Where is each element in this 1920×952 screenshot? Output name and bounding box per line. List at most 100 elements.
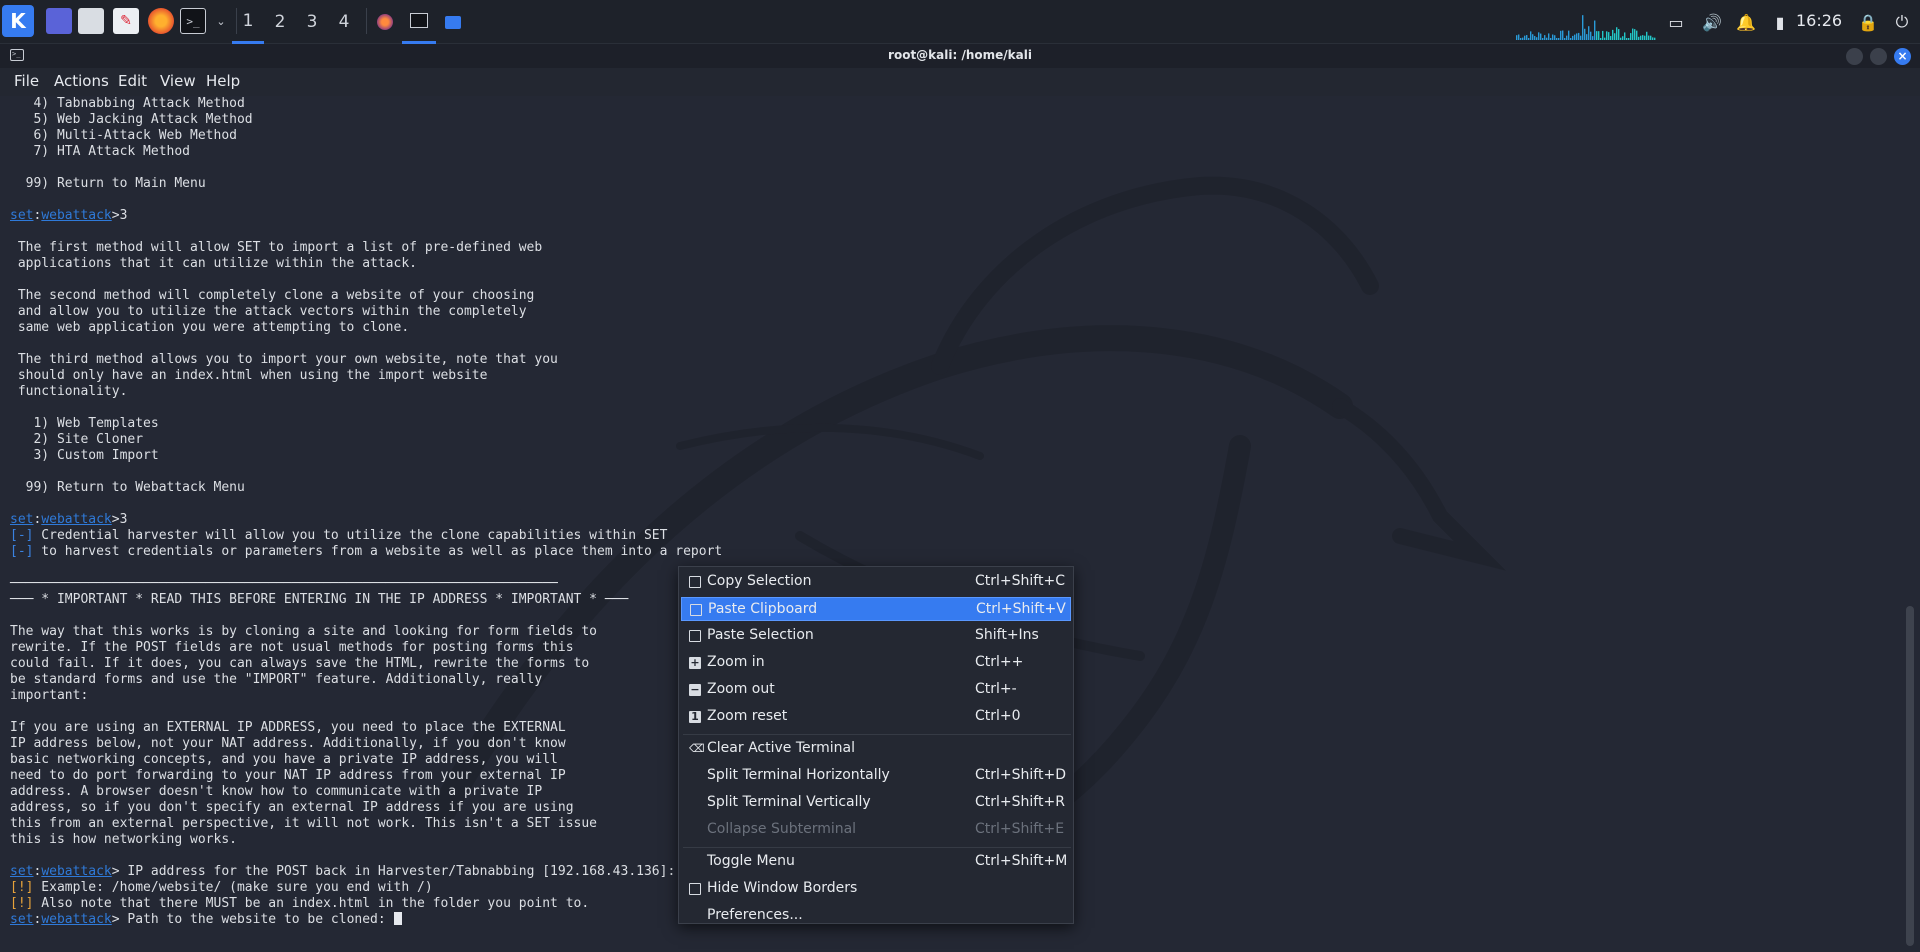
cpu-graph-bar bbox=[1518, 34, 1520, 40]
checkbox-icon bbox=[689, 883, 701, 895]
terminal-text: Credential harvester will allow you to u… bbox=[33, 528, 668, 543]
terminal-text: 6) Multi-Attack Web Method bbox=[10, 128, 237, 143]
menu-item-clear-active-terminal[interactable]: ⌫ Clear Active Terminal bbox=[681, 737, 1071, 761]
menu-view[interactable]: View bbox=[160, 72, 196, 90]
menu-item-paste-clipboard[interactable]: Paste Clipboard Ctrl+Shift+V bbox=[681, 597, 1071, 621]
menu-help[interactable]: Help bbox=[206, 72, 240, 90]
notification-bell-icon[interactable]: 🔔 bbox=[1734, 10, 1758, 34]
terminal-line: should only have an index.html when usin… bbox=[10, 368, 722, 384]
taskbar-terminal[interactable] bbox=[402, 0, 436, 44]
file-manager-icon[interactable] bbox=[78, 8, 104, 34]
prompt-webattack: webattack bbox=[41, 208, 112, 223]
terminal-text: need to do port forwarding to your NAT I… bbox=[10, 768, 566, 783]
menu-item-hide-window-borders[interactable]: Hide Window Borders bbox=[681, 877, 1071, 901]
terminal-line: same web application you were attempting… bbox=[10, 320, 722, 336]
cpu-graph-bar bbox=[1630, 33, 1632, 40]
terminal-text: this is how networking works. bbox=[10, 832, 237, 847]
cpu-graph-bar bbox=[1598, 31, 1600, 40]
terminal-text: this from an external perspective, it wi… bbox=[10, 816, 597, 831]
terminal-line: ─── * IMPORTANT * READ THIS BEFORE ENTER… bbox=[10, 592, 722, 608]
text-editor-icon[interactable]: ✎ bbox=[113, 8, 139, 34]
info-marker: [-] bbox=[10, 544, 34, 559]
menu-item-zoom-reset[interactable]: 1 Zoom reset Ctrl+0 bbox=[681, 705, 1071, 729]
cpu-graph-bar bbox=[1576, 33, 1578, 40]
taskbar-files[interactable] bbox=[436, 0, 470, 44]
cpu-graph-bar bbox=[1600, 38, 1602, 40]
cpu-graph-bar bbox=[1636, 30, 1638, 40]
workspace-4[interactable]: 4 bbox=[328, 0, 360, 44]
terminal-line: set:webattack> Path to the website to be… bbox=[10, 912, 722, 928]
terminal-text: 5) Web Jacking Attack Method bbox=[10, 112, 253, 127]
taskbar-firefox[interactable] bbox=[368, 0, 402, 44]
display-icon[interactable]: ▭ bbox=[1664, 10, 1688, 34]
menu-item-label: Split Terminal Vertically bbox=[707, 794, 871, 810]
cpu-graph-bar bbox=[1592, 36, 1594, 40]
clock[interactable]: 16:26 bbox=[1796, 11, 1842, 30]
cpu-graph-bar bbox=[1596, 31, 1598, 40]
title-bar[interactable]: >_ root@kali: /home/kali × bbox=[0, 44, 1920, 68]
terminal-line: basic networking concepts, and you have … bbox=[10, 752, 722, 768]
workspace-1[interactable]: 1 bbox=[232, 0, 264, 44]
menu-item-shortcut: Ctrl+0 bbox=[975, 708, 1021, 724]
power-icon[interactable]: ⏻ bbox=[1890, 10, 1914, 34]
menu-item-paste-selection[interactable]: Paste Selection Shift+Ins bbox=[681, 624, 1071, 648]
cpu-graph-bar bbox=[1624, 32, 1626, 40]
terminal-text: could fail. If it does, you can always s… bbox=[10, 656, 590, 671]
workspace-3[interactable]: 3 bbox=[296, 0, 328, 44]
menu-file[interactable]: File bbox=[14, 72, 39, 90]
menu-separator bbox=[683, 734, 1071, 735]
cpu-graph-bar bbox=[1530, 31, 1532, 40]
terminal-line: If you are using an EXTERNAL IP ADDRESS,… bbox=[10, 720, 722, 736]
cpu-graph-bar bbox=[1582, 15, 1584, 40]
terminal-line: 1) Web Templates bbox=[10, 416, 722, 432]
zoom-in-icon: + bbox=[689, 656, 701, 669]
menu-actions[interactable]: Actions bbox=[54, 72, 109, 90]
close-button[interactable]: × bbox=[1894, 48, 1911, 65]
volume-icon[interactable]: 🔊 bbox=[1700, 10, 1724, 34]
cpu-graph-bar bbox=[1644, 35, 1646, 40]
kali-menu-icon[interactable]: K bbox=[2, 5, 34, 37]
menu-item-split-terminal-vertically[interactable]: Split Terminal Vertically Ctrl+Shift+R bbox=[681, 791, 1071, 815]
cpu-graph-bar bbox=[1532, 34, 1534, 40]
cpu-graph bbox=[1516, 15, 1656, 40]
cpu-graph-bar bbox=[1590, 31, 1592, 40]
cpu-graph-bar bbox=[1536, 37, 1538, 40]
maximize-button[interactable] bbox=[1870, 48, 1887, 65]
terminal-icon[interactable]: >_ bbox=[180, 8, 206, 34]
cpu-graph-bar bbox=[1562, 30, 1564, 40]
terminal-text: functionality. bbox=[10, 384, 128, 399]
menu-item-split-terminal-horizontally[interactable]: Split Terminal Horizontally Ctrl+Shift+D bbox=[681, 764, 1071, 788]
menu-item-shortcut: Ctrl+Shift+C bbox=[975, 573, 1065, 589]
terminal-text: > Path to the website to be cloned: bbox=[111, 912, 394, 927]
terminal-text: 2) Site Cloner bbox=[10, 432, 144, 447]
menu-item-zoom-out[interactable]: − Zoom out Ctrl+- bbox=[681, 678, 1071, 702]
firefox-icon[interactable] bbox=[148, 8, 174, 34]
terminal-line: [-] to harvest credentials or parameters… bbox=[10, 544, 722, 560]
paste-icon bbox=[689, 630, 701, 642]
dropdown-icon[interactable]: ⌄ bbox=[208, 8, 234, 34]
desktop-icon[interactable] bbox=[46, 8, 72, 34]
lock-icon[interactable]: 🔒 bbox=[1856, 10, 1880, 34]
battery-icon[interactable]: ▮ bbox=[1768, 10, 1792, 34]
menu-item-copy-selection[interactable]: Copy Selection Ctrl+Shift+C bbox=[681, 570, 1071, 594]
workspace-2[interactable]: 2 bbox=[264, 0, 296, 44]
menu-separator bbox=[683, 847, 1071, 848]
terminal-text: The third method allows you to import yo… bbox=[10, 352, 558, 367]
minimize-button[interactable] bbox=[1846, 48, 1863, 65]
terminal-line: address, so if you don't specify an exte… bbox=[10, 800, 722, 816]
menu-item-shortcut: Ctrl+Shift+M bbox=[975, 853, 1068, 869]
menu-edit[interactable]: Edit bbox=[118, 72, 147, 90]
menu-item-zoom-in[interactable]: + Zoom in Ctrl++ bbox=[681, 651, 1071, 675]
terminal-scrollbar[interactable] bbox=[1906, 606, 1914, 946]
menu-item-toggle-menu[interactable]: Toggle Menu Ctrl+Shift+M bbox=[681, 850, 1071, 874]
terminal-line: IP address below, not your NAT address. … bbox=[10, 736, 722, 752]
cpu-graph-bar bbox=[1572, 35, 1574, 40]
cpu-graph-bar bbox=[1550, 38, 1552, 40]
terminal-line: set:webattack> IP address for the POST b… bbox=[10, 864, 722, 880]
terminal-text: rewrite. If the POST fields are not usua… bbox=[10, 640, 574, 655]
cpu-graph-bar bbox=[1650, 35, 1652, 40]
menu-item-preferences[interactable]: Preferences... bbox=[681, 904, 1071, 928]
